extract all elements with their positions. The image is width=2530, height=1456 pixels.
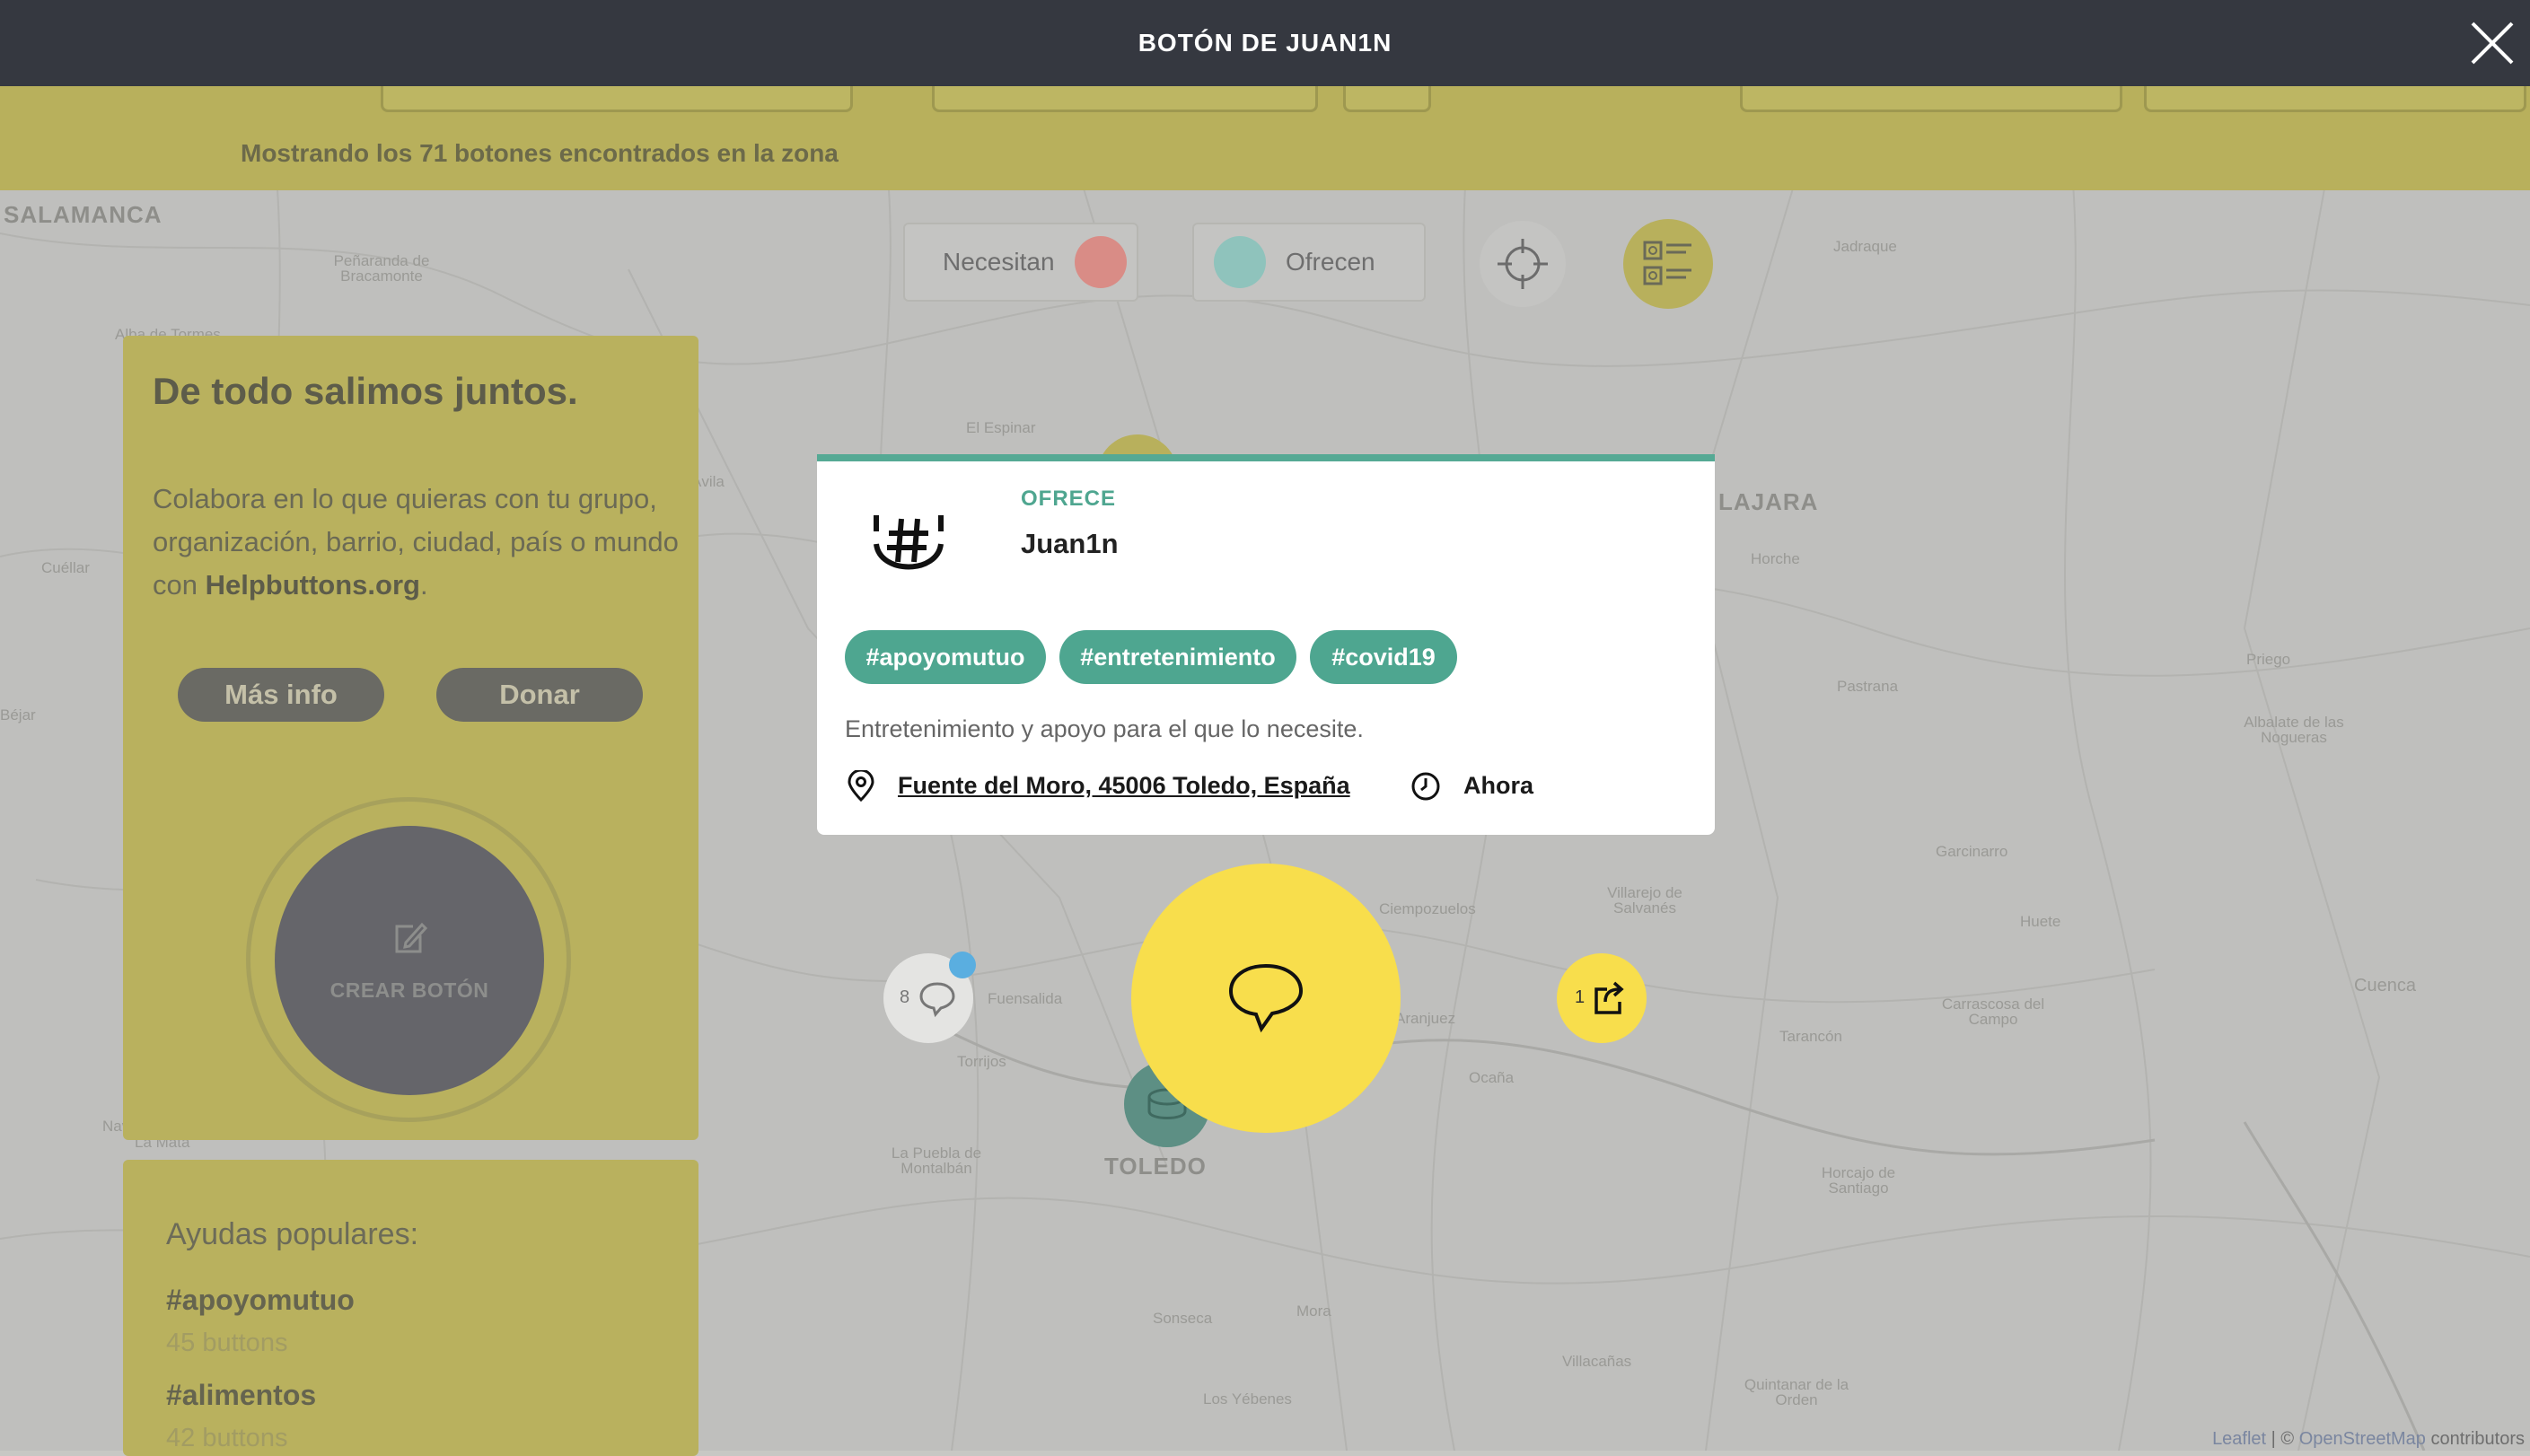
comment-icon [919,982,955,1018]
map-place-label: Ciempozuelos [1379,900,1476,917]
attribution-separator: | © [2266,1429,2299,1449]
close-button[interactable] [2467,18,2517,68]
locate-button[interactable] [1480,221,1566,307]
need-color-dot [1074,236,1127,288]
button-description: Entretenimiento y apoyo para el que lo n… [845,715,1364,742]
notification-dot [949,952,976,978]
donate-button[interactable]: Donar [436,668,643,722]
map-place-label: Villacañas [1562,1353,1632,1370]
popular-count: 45 buttons [166,1329,288,1357]
map-place-label: Villarejo de Salvanés [1607,884,1682,917]
panel-description-suffix: . [419,569,428,601]
leaflet-link[interactable]: Leaflet [2212,1429,2266,1449]
location-input[interactable] [932,86,1318,112]
map-place-label: Carrascosa del Campo [1941,996,2045,1028]
dropdown-select[interactable] [1740,86,2122,112]
map-place-label: Huete [2020,913,2061,930]
map-place-label: Peñaranda de Bracamonte [333,252,430,285]
edit-icon [395,922,428,952]
map-place-label: Tarancón [1779,1028,1842,1045]
map-place-label: Cuenca [2354,976,2416,996]
list-view-button[interactable] [1623,219,1713,309]
tag-chip[interactable]: #apoyomutuo [845,630,1046,684]
map-place-label: Los Yébenes [1203,1390,1292,1408]
map-place-label: Cuéllar [41,559,90,576]
map-place-label: LAJARA [1718,488,1819,515]
map-place-label: Mora [1296,1303,1331,1320]
map-place-label: TOLEDO [1104,1153,1207,1180]
popular-tag[interactable]: #alimentos [166,1379,316,1412]
legend-need[interactable]: Necesitan [903,223,1138,302]
map-pin-icon [845,768,877,803]
popular-title: Ayudas populares: [166,1217,419,1251]
map-place-label: Quintanar de la Orden [1744,1376,1849,1408]
hashtag-smile-icon [874,515,944,570]
chat-button[interactable] [1131,864,1401,1133]
map-place-label: Albalate de las Nogueras [2244,714,2344,746]
panel-title: De todo salimos juntos. [153,370,578,412]
tag-chip[interactable]: #entretenimiento [1059,630,1296,684]
dropdown-select[interactable] [2144,86,2526,112]
comments-count: 8 [900,987,910,1007]
openstreetmap-link[interactable]: OpenStreetMap [2299,1429,2426,1449]
map-place-label: Sonseca [1153,1310,1213,1327]
legend-offer[interactable]: Ofrecen [1192,223,1426,302]
panel-description: Colabora en lo que quieras con tu grupo,… [153,478,682,607]
crosshair-icon [1498,239,1548,289]
search-input[interactable] [381,86,853,112]
map-place-label: SALAMANCA [4,201,163,228]
map-place-label: Béjar [0,706,36,724]
map-place-label: Horcajo de Santiago [1821,1164,1896,1197]
close-icon [2471,22,2514,65]
map-place-label: Aranjuez [1395,1010,1456,1027]
map-place-label: La Puebla de Montalbán [891,1145,982,1177]
attribution-suffix: contributors [2425,1429,2525,1449]
share-icon [1594,981,1624,1014]
map-place-label: El Espinar [966,419,1036,436]
map-place-label: Priego [2246,651,2291,668]
map-attribution: Leaflet | © OpenStreetMap contributors [2212,1429,2525,1450]
legend-need-label: Necesitan [943,248,1055,276]
map-place-label: Ocaña [1469,1069,1515,1086]
map-place-label: Garcinarro [1936,843,2008,860]
modal-title: BOTÓN DE JUAN1N [1138,29,1392,57]
offer-color-dot [1214,236,1266,288]
brand-name: Helpbuttons.org [205,569,420,601]
clock-icon [1410,770,1442,803]
button-location-link[interactable]: Fuente del Moro, 45006 Toledo, España [898,772,1350,800]
popular-count: 42 buttons [166,1424,288,1452]
button-owner-name[interactable]: Juan1n [1021,528,1119,560]
legend-offer-label: Ofrecen [1286,248,1375,276]
more-info-button[interactable]: Más info [178,668,384,722]
map-place-label: Horche [1751,550,1800,567]
button-time: Ahora [1463,772,1534,799]
popular-tag[interactable]: #apoyomutuo [166,1284,355,1317]
share-button[interactable] [1557,953,1647,1043]
tag-chip[interactable]: #covid19 [1310,630,1457,684]
avatar [871,512,946,580]
share-count: 1 [1575,987,1586,1007]
create-button-label: CREAR BOTÓN [329,978,489,1002]
map-place-label: Torrijos [957,1053,1006,1070]
button-type-label: OFRECE [1021,487,1117,511]
filter-button[interactable] [1343,86,1431,112]
results-count-text: Mostrando los 71 botones encontrados en … [241,139,839,167]
create-button[interactable]: CREAR BOTÓN [275,826,544,1095]
map-place-label: Jadraque [1833,238,1897,255]
chat-bubble-icon [1228,963,1304,1033]
list-view-icon [1643,241,1691,285]
map-place-label: Pastrana [1837,678,1899,695]
map-place-label: Fuensalida [988,990,1063,1007]
